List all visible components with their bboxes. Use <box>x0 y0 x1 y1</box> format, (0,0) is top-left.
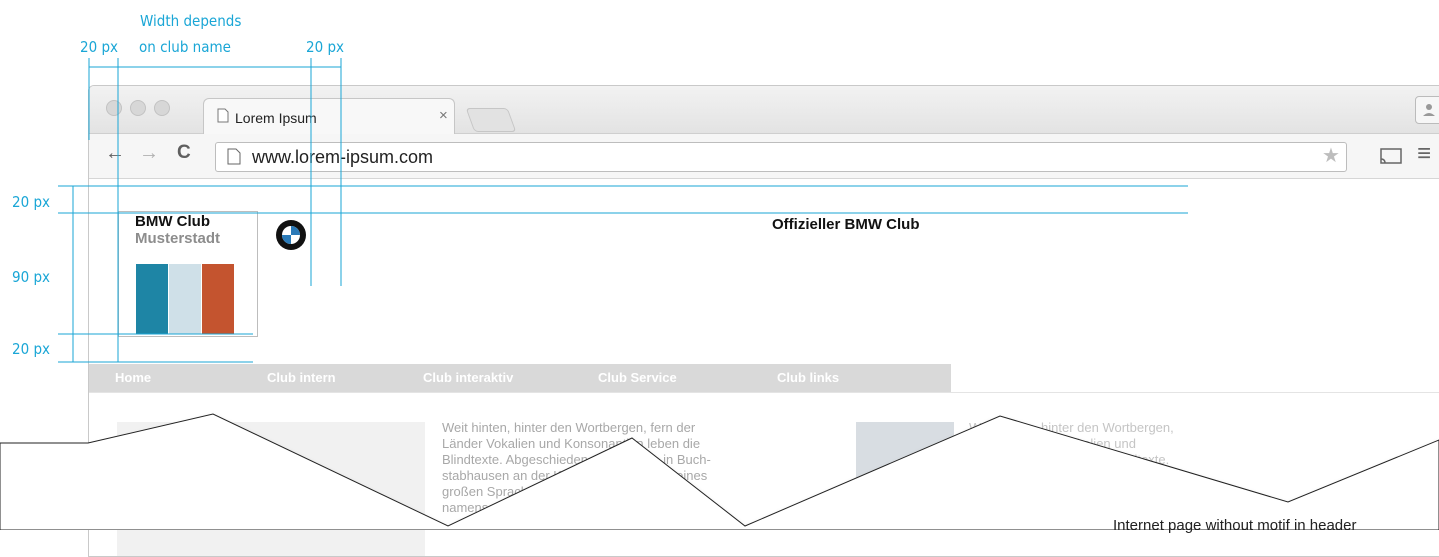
measurement-guides <box>58 58 1188 363</box>
caption: Internet page without motif in header <box>1113 517 1357 534</box>
